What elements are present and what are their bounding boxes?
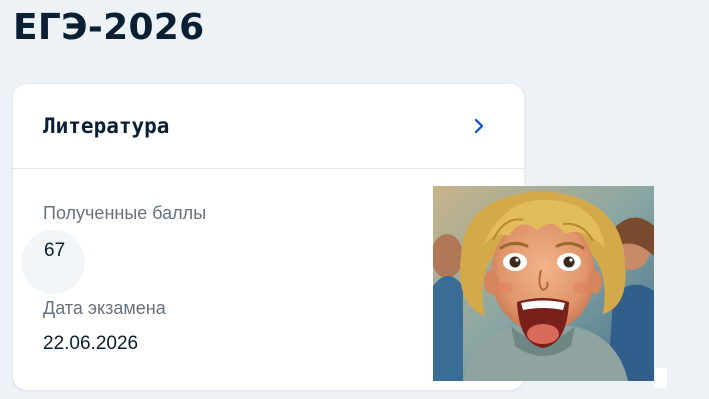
excited-teen-illustration xyxy=(433,186,654,381)
subject-title: Литература xyxy=(43,114,170,138)
page-title: ЕГЭ-2026 xyxy=(13,7,205,48)
score-value: 67 xyxy=(44,240,66,261)
chevron-right-icon[interactable] xyxy=(472,117,486,135)
corner-artifact xyxy=(655,368,667,388)
score-label: Полученные баллы xyxy=(43,203,207,223)
date-label: Дата экзамена xyxy=(43,298,166,318)
date-value: 22.06.2026 xyxy=(43,333,139,354)
subject-header-link[interactable]: Литература xyxy=(13,84,524,169)
